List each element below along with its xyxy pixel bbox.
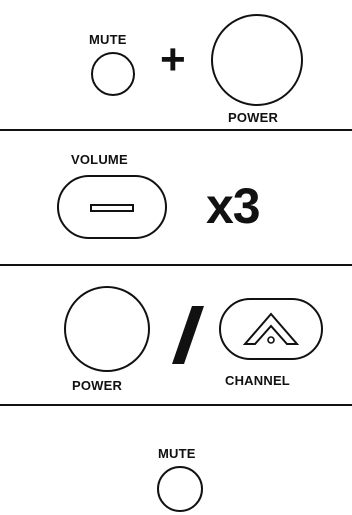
mute-button-step4[interactable]: [157, 466, 203, 512]
power-label-step3: POWER: [72, 378, 123, 393]
divider-1: [0, 129, 352, 131]
power-label: POWER: [228, 110, 279, 125]
slash-icon: [172, 306, 204, 364]
chevron-up-icon: [242, 312, 300, 345]
power-button-step3[interactable]: [64, 286, 150, 372]
volume-label: VOLUME: [71, 152, 128, 167]
power-button[interactable]: [211, 14, 303, 106]
volume-down-button[interactable]: [57, 175, 167, 239]
channel-up-button[interactable]: [219, 298, 323, 360]
divider-2: [0, 264, 352, 266]
plus-symbol: +: [160, 35, 186, 84]
mute-label-step4: MUTE: [158, 446, 196, 461]
mute-label: MUTE: [89, 32, 127, 47]
slash-separator: [172, 306, 204, 364]
divider-3: [0, 404, 352, 406]
minus-bar-icon: [90, 204, 134, 212]
mute-button[interactable]: [91, 52, 135, 96]
multiplier-text: x3: [206, 178, 261, 234]
remote-instructions-diagram: MUTE + POWER VOLUME x3 POWER / CHANNE: [0, 0, 352, 515]
channel-label: CHANNEL: [225, 373, 290, 388]
